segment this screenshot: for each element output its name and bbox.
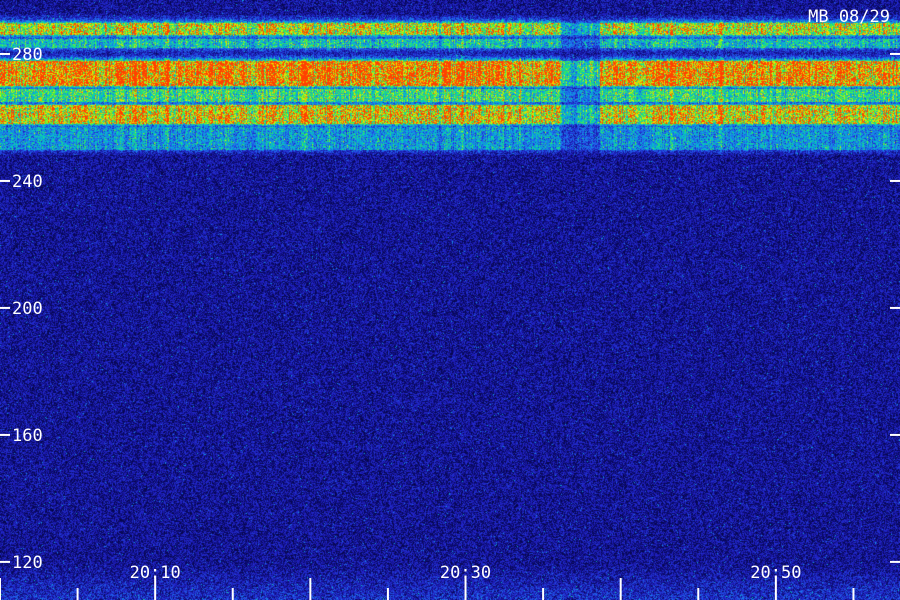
y-tick-label: 200 [12, 299, 43, 319]
x-tick-label: 20:50 [750, 563, 801, 583]
chart-title: MB 08/29 [808, 7, 890, 27]
y-tick-label: 120 [12, 553, 43, 573]
y-axis: 120 160 200 240 280 [0, 45, 900, 573]
y-tick-label: 280 [12, 45, 43, 65]
axis-overlay: MB 08/29 120 160 200 240 280 20:10 20:30 20:50 [0, 7, 900, 600]
x-tick-label: 20:10 [130, 563, 181, 583]
y-tick-label: 160 [12, 426, 43, 446]
x-axis: 20:10 20:30 20:50 [0, 563, 855, 600]
x-tick-label: 20:30 [440, 563, 491, 583]
y-tick-label: 240 [12, 172, 43, 192]
